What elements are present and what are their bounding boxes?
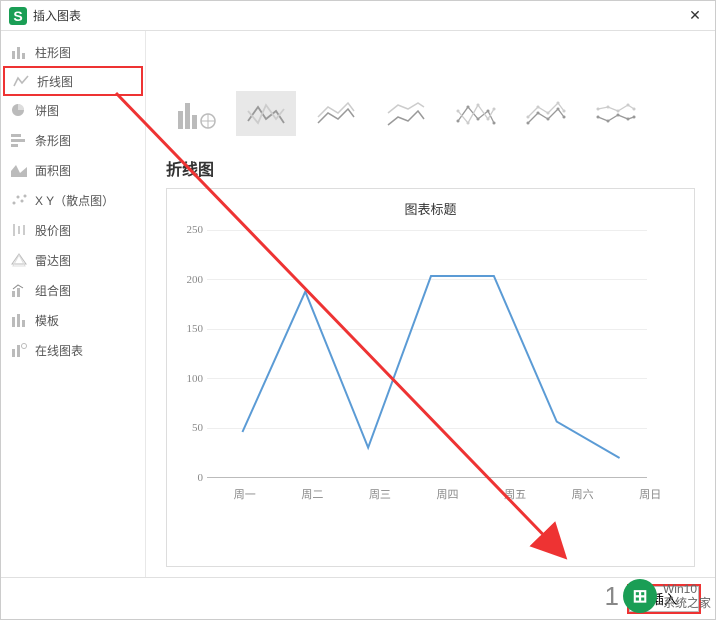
sidebar-item-label: 饼图 [35, 102, 59, 119]
subtype-line-stacked[interactable] [306, 91, 366, 136]
y-tick-label: 150 [177, 323, 207, 335]
sidebar-item-stock[interactable]: 股价图 [1, 215, 145, 245]
x-tick-label: 周日 [616, 486, 684, 502]
sidebar-item-column[interactable]: 柱形图 [1, 37, 145, 67]
watermark: 1 ⊞ Win10 系统之家 [605, 579, 711, 613]
subtype-column-glyph[interactable] [166, 91, 226, 136]
line-series [211, 224, 651, 484]
sidebar-item-line[interactable]: 折线图 [3, 66, 143, 96]
combo-chart-icon [11, 283, 27, 297]
sidebar-item-label: 组合图 [35, 282, 71, 299]
y-tick-label: 250 [177, 224, 207, 236]
subtype-row [166, 91, 695, 136]
sidebar-item-label: 模板 [35, 312, 59, 329]
sidebar-item-label: 柱形图 [35, 44, 71, 61]
sidebar-item-label: 股价图 [35, 222, 71, 239]
x-tick-label: 周六 [549, 486, 617, 502]
window-title: 插入图表 [33, 7, 683, 24]
column-chart-icon [11, 45, 27, 59]
sidebar-item-label: X Y（散点图） [35, 192, 114, 209]
x-tick-label: 周五 [481, 486, 549, 502]
chart-preview: 图表标题 250 200 150 100 50 0 周一周二周三周四周五周六周日 [166, 188, 695, 567]
sidebar-item-scatter[interactable]: X Y（散点图） [1, 185, 145, 215]
sidebar-item-label: 面积图 [35, 162, 71, 179]
app-icon: S [9, 7, 27, 25]
x-tick-label: 周四 [414, 486, 482, 502]
sidebar-item-pie[interactable]: 饼图 [1, 95, 145, 125]
watermark-ten: 1 [605, 581, 617, 612]
subtype-line-stacked-markers[interactable] [516, 91, 576, 136]
dialog-window: S 插入图表 ✕ 柱形图 折线图 饼图 [0, 0, 716, 620]
x-tick-label: 周三 [346, 486, 414, 502]
titlebar: S 插入图表 ✕ [1, 1, 715, 31]
x-tick-label: 周二 [279, 486, 347, 502]
area-chart-icon [11, 163, 27, 177]
y-tick-label: 50 [177, 422, 207, 434]
scatter-chart-icon [11, 193, 27, 207]
sidebar-item-label: 条形图 [35, 132, 71, 149]
subtype-line-100stacked-markers[interactable] [586, 91, 646, 136]
stock-chart-icon [11, 223, 27, 237]
windows-icon: ⊞ [623, 579, 657, 613]
sidebar-item-template[interactable]: 模板 [1, 305, 145, 335]
online-chart-icon [11, 343, 27, 357]
sidebar-item-bar[interactable]: 条形图 [1, 125, 145, 155]
subtype-line-markers[interactable] [446, 91, 506, 136]
sidebar-item-radar[interactable]: 雷达图 [1, 245, 145, 275]
x-tick-label: 周一 [211, 486, 279, 502]
sidebar-item-label: 折线图 [37, 73, 73, 90]
radar-chart-icon [11, 253, 27, 267]
template-icon [11, 313, 27, 327]
close-button[interactable]: ✕ [683, 7, 707, 24]
watermark-line2: 系统之家 [663, 596, 711, 610]
subtype-line-basic[interactable] [236, 91, 296, 136]
chart-title: 图表标题 [177, 199, 684, 218]
watermark-line1: Win10 [663, 582, 711, 596]
sidebar-item-combo[interactable]: 组合图 [1, 275, 145, 305]
sidebar-item-online[interactable]: 在线图表 [1, 335, 145, 365]
sidebar-item-label: 在线图表 [35, 342, 83, 359]
y-tick-label: 200 [177, 274, 207, 286]
subtype-line-100stacked[interactable] [376, 91, 436, 136]
y-tick-label: 100 [177, 373, 207, 385]
chart-type-sidebar: 柱形图 折线图 饼图 条形图 [1, 31, 146, 577]
line-chart-icon [13, 74, 29, 88]
bar-chart-icon [11, 133, 27, 147]
pie-chart-icon [11, 103, 27, 117]
section-title: 折线图 [166, 156, 695, 180]
x-axis: 周一周二周三周四周五周六周日 [211, 486, 684, 502]
plot-area: 250200150100500 周一周二周三周四周五周六周日 [177, 224, 684, 484]
sidebar-item-area[interactable]: 面积图 [1, 155, 145, 185]
sidebar-item-label: 雷达图 [35, 252, 71, 269]
main-panel: 折线图 图表标题 250 200 150 100 50 0 周一周二周三周四周五周六周日 [146, 31, 715, 577]
y-tick-label: 0 [177, 472, 207, 484]
